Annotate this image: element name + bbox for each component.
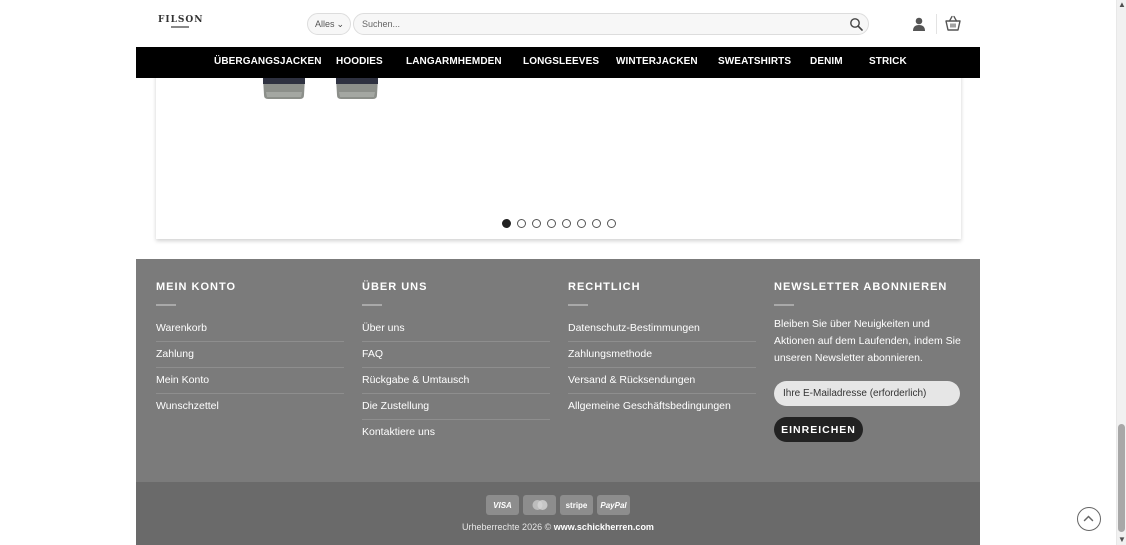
footer-heading: Rechtlich xyxy=(568,281,641,293)
footer-link-warenkorb[interactable]: Warenkorb xyxy=(156,316,344,342)
nav-item-sweatshirts[interactable]: Sweatshirts xyxy=(718,56,791,67)
footer-link-versand[interactable]: Versand & Rücksendungen xyxy=(568,368,756,394)
slider-dot[interactable] xyxy=(516,219,526,228)
heading-divider xyxy=(362,304,382,306)
slider-dot[interactable] xyxy=(546,219,556,228)
visa-icon: VISA xyxy=(486,495,519,515)
footer-col-legal: Rechtlich Datenschutz-Bestimmungen Zahlu… xyxy=(568,281,756,419)
chevron-up-icon xyxy=(1083,515,1094,522)
heading-divider xyxy=(568,304,588,306)
footer-link-zahlung[interactable]: Zahlung xyxy=(156,342,344,368)
footer-heading: Mein Konto xyxy=(156,281,237,293)
site-footer: Mein Konto Warenkorb Zahlung Mein Konto … xyxy=(136,259,980,482)
site-header: FILSON Alles ⌄ xyxy=(136,0,980,47)
site-logo[interactable]: FILSON xyxy=(158,15,204,31)
search-box xyxy=(353,13,869,35)
footer-link-zahlungsmethode[interactable]: Zahlungsmethode xyxy=(568,342,756,368)
product-image[interactable] xyxy=(334,78,380,100)
footer-link-rueckgabe[interactable]: Rückgabe & Umtausch xyxy=(362,368,550,394)
slider-dot[interactable] xyxy=(591,219,601,228)
nav-item-longsleeves[interactable]: Longsleeves xyxy=(523,56,599,67)
scroll-up-arrow-icon[interactable]: ▲ xyxy=(1118,0,1126,10)
nav-item-hoodies[interactable]: Hoodies xyxy=(336,56,383,67)
footer-link-faq[interactable]: FAQ xyxy=(362,342,550,368)
nav-item-denim[interactable]: Denim xyxy=(810,56,843,67)
logo-underline xyxy=(171,26,189,28)
payment-icons: VISA stripe PayPal xyxy=(486,495,630,515)
back-to-top-button[interactable] xyxy=(1077,507,1101,531)
scrollbar-thumb[interactable] xyxy=(1118,424,1125,532)
footer-heading: Über uns xyxy=(362,281,428,293)
footer-bottom-bar: VISA stripe PayPal Urheberrechte 2026 © … xyxy=(136,482,980,545)
nav-item-uebergangsjacken[interactable]: Übergangsjacken xyxy=(214,56,322,67)
paypal-icon: PayPal xyxy=(597,495,630,515)
mastercard-icon xyxy=(523,495,556,515)
nav-item-langarmhemden[interactable]: Langarmhemden xyxy=(406,56,502,67)
newsletter-submit-button[interactable]: Einreichen xyxy=(774,417,863,442)
slider-dot[interactable] xyxy=(501,219,511,228)
search-input[interactable] xyxy=(362,14,842,34)
category-select-value: Alles xyxy=(315,19,335,29)
footer-link-wunschzettel[interactable]: Wunschzettel xyxy=(156,394,344,419)
footer-link-mein-konto[interactable]: Mein Konto xyxy=(156,368,344,394)
copyright-text: Urheberrechte 2026 © xyxy=(462,522,552,532)
logo-text: FILSON xyxy=(158,15,204,25)
footer-col-account: Mein Konto Warenkorb Zahlung Mein Konto … xyxy=(156,281,344,419)
user-icon[interactable] xyxy=(912,17,926,31)
site-shell: FILSON Alles ⌄ Suchen... ÜBERGANGSJACKEN… xyxy=(136,0,980,545)
newsletter-description: Bleiben Sie über Neuigkeiten und Aktione… xyxy=(774,318,961,364)
nav-item-strick[interactable]: Strick xyxy=(869,56,907,67)
copyright-site-link[interactable]: www.schickherren.com xyxy=(554,522,654,532)
slider-dot[interactable] xyxy=(561,219,571,228)
footer-link-datenschutz[interactable]: Datenschutz-Bestimmungen xyxy=(568,316,756,342)
scroll-down-arrow-icon[interactable]: ▼ xyxy=(1118,535,1126,545)
nav-item-winterjacken[interactable]: Winterjacken xyxy=(616,56,698,67)
product-image[interactable] xyxy=(261,78,307,100)
footer-heading: Newsletter abonnieren xyxy=(774,281,948,293)
page: FILSON Alles ⌄ Suchen... ÜBERGANGSJACKEN… xyxy=(0,0,1126,545)
slider-dot[interactable] xyxy=(606,219,616,228)
footer-link-ueber-uns[interactable]: Über uns xyxy=(362,316,550,342)
main-nav: Übergangsjacken Hoodies Langarmhemden Lo… xyxy=(136,47,980,78)
mastercard-circles xyxy=(532,500,547,510)
footer-col-about: Über uns Über uns FAQ Rückgabe & Umtausc… xyxy=(362,281,550,445)
slider-dots xyxy=(156,219,961,228)
slider-dot[interactable] xyxy=(576,219,586,228)
footer-link-zustellung[interactable]: Die Zustellung xyxy=(362,394,550,420)
chevron-down-icon: ⌄ xyxy=(336,19,344,29)
slider-dot[interactable] xyxy=(531,219,541,228)
page-scrollbar[interactable]: ▲ ▼ xyxy=(1116,0,1126,545)
newsletter-email-input[interactable] xyxy=(774,381,960,406)
header-divider xyxy=(936,14,937,34)
stripe-icon: stripe xyxy=(560,495,593,515)
footer-col-newsletter: Newsletter abonnieren Bleiben Sie über N… xyxy=(774,281,962,442)
category-select[interactable]: Alles ⌄ xyxy=(307,13,351,35)
basket-icon[interactable] xyxy=(945,15,961,31)
heading-divider xyxy=(156,304,176,306)
search-icon[interactable] xyxy=(849,17,863,31)
footer-link-kontakt[interactable]: Kontaktiere uns xyxy=(362,420,550,445)
heading-divider xyxy=(774,304,794,306)
copyright: Urheberrechte 2026 © www.schickherren.co… xyxy=(136,522,980,532)
footer-link-agb[interactable]: Allgemeine Geschäftsbedingungen xyxy=(568,394,756,419)
